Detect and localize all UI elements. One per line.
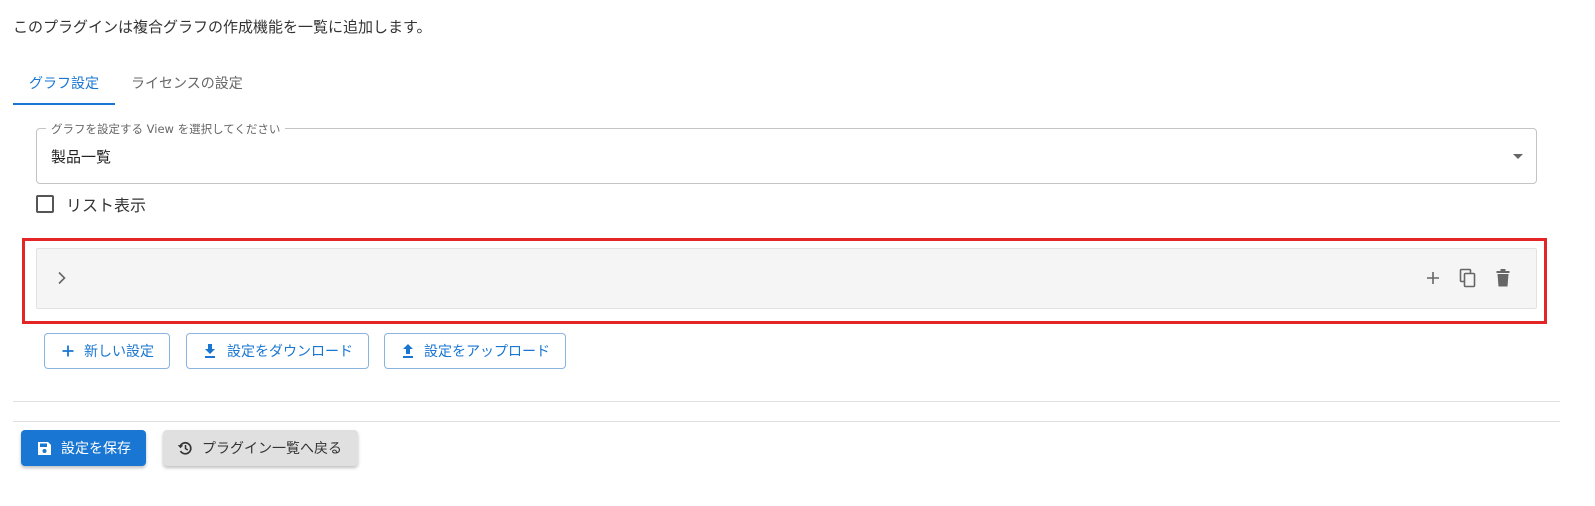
upload-icon [399, 342, 416, 360]
upload-settings-button[interactable]: 設定をアップロード [384, 333, 566, 369]
list-display-label: リスト表示 [66, 196, 147, 215]
add-icon [59, 342, 76, 360]
section-divider [13, 401, 1560, 402]
tab-license-settings[interactable]: ライセンスの設定 [115, 60, 259, 105]
download-icon [201, 342, 219, 360]
new-setting-label: 新しい設定 [84, 344, 154, 360]
copy-icon[interactable] [1457, 266, 1479, 290]
footer-divider [13, 421, 1560, 422]
list-display-checkbox[interactable] [36, 195, 54, 213]
view-select-value: 製品一覧 [51, 148, 112, 166]
list-display-option[interactable]: リスト表示 [36, 193, 146, 215]
download-settings-label: 設定をダウンロード [227, 344, 353, 360]
chevron-right-icon[interactable] [51, 267, 73, 289]
tab-graph-settings[interactable]: グラフ設定 [13, 60, 115, 105]
download-settings-button[interactable]: 設定をダウンロード [186, 333, 369, 369]
new-setting-button[interactable]: 新しい設定 [44, 333, 170, 369]
upload-settings-label: 設定をアップロード [424, 344, 550, 360]
save-settings-label: 設定を保存 [61, 441, 131, 457]
save-settings-button[interactable]: 設定を保存 [21, 430, 146, 466]
back-to-plugin-list-button[interactable]: プラグイン一覧へ戻る [163, 430, 358, 466]
history-icon [176, 439, 194, 457]
accordion-actions [1422, 266, 1514, 290]
save-icon [35, 439, 53, 457]
add-icon[interactable] [1422, 266, 1444, 290]
view-select-label: グラフを設定する View を選択してください [46, 121, 286, 137]
plugin-settings-page: このプラグインは複合グラフの作成機能を一覧に追加します。 グラフ設定 ライセンス… [0, 0, 1595, 506]
plugin-description: このプラグインは複合グラフの作成機能を一覧に追加します。 [13, 18, 432, 36]
dropdown-arrow-icon [1513, 154, 1523, 159]
settings-tabs: グラフ設定 ライセンスの設定 [13, 60, 259, 105]
graph-setting-accordion[interactable] [36, 248, 1537, 309]
view-select[interactable]: グラフを設定する View を選択してください 製品一覧 [36, 121, 1537, 184]
back-to-plugin-list-label: プラグイン一覧へ戻る [202, 441, 342, 457]
delete-icon[interactable] [1492, 266, 1514, 290]
